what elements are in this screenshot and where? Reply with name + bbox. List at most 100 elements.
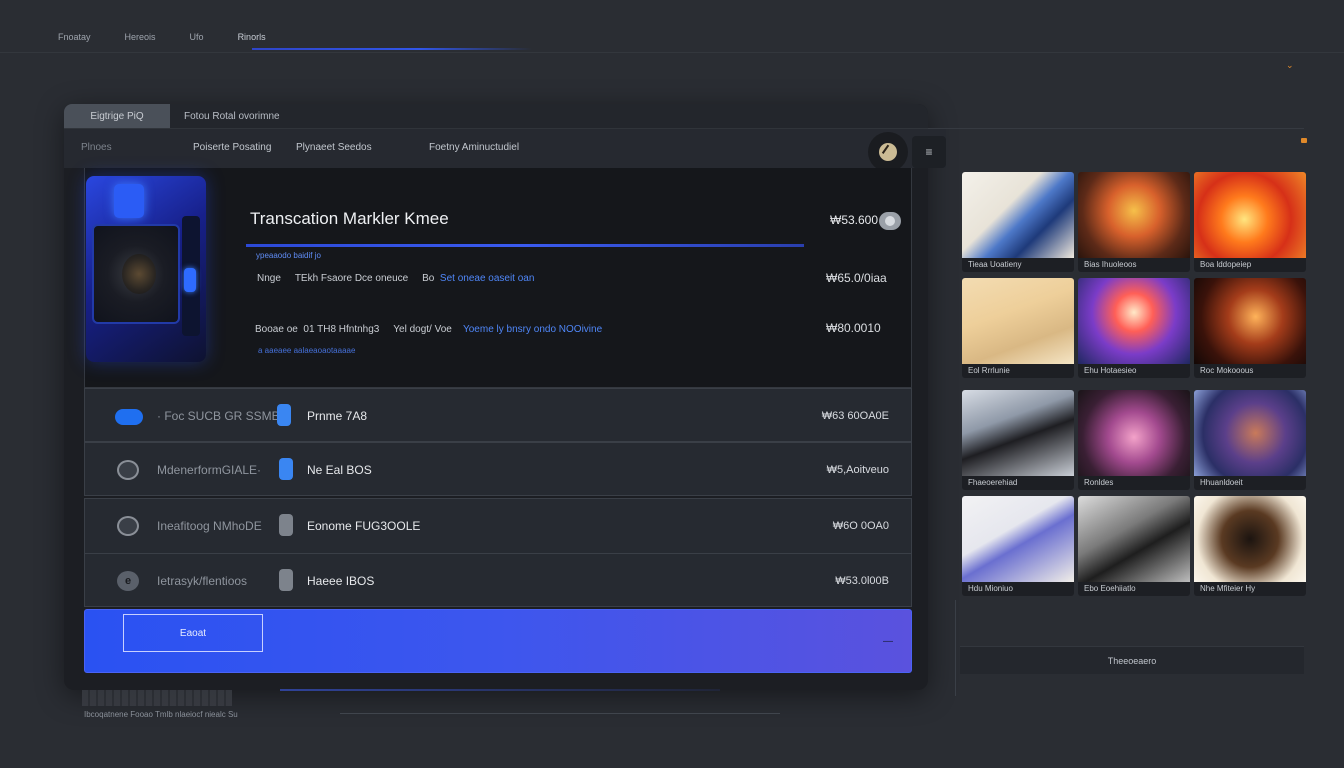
thumbnail-caption: Hdu Mioniuo — [962, 582, 1074, 596]
tab-inactive[interactable]: Fotou Rotal ovorimne — [172, 104, 292, 128]
top-divider — [0, 52, 1344, 53]
row-tag-icon — [277, 404, 291, 426]
hero-toggle[interactable] — [879, 212, 901, 230]
row-amount: ₩53.0l00B — [835, 575, 889, 587]
gallery-divider — [955, 600, 956, 696]
row-tag-icon — [279, 569, 293, 591]
hero-title: Transcation Markler Kmee — [250, 209, 449, 228]
row-name: Ineafitoog NMhoDE — [157, 519, 262, 533]
chevron-down-icon[interactable]: ⌄ — [1286, 60, 1294, 71]
hero-line-2-a: Booae oe — [255, 324, 298, 335]
toggle-icon[interactable] — [115, 409, 143, 425]
thumbnail-caption: Ronldes — [1078, 476, 1190, 490]
row-subtitle: Ne Eal BOS — [307, 463, 372, 477]
gallery-thumbnail[interactable]: Nhe Mfiteier Hy — [1194, 496, 1306, 596]
thumbnail-caption: Boa lddopeiep — [1194, 258, 1306, 272]
gallery-thumbnail[interactable]: Ronldes — [1078, 390, 1190, 490]
transaction-row[interactable]: e Ietrasyk/flentioos Haeee IBOS ₩53.0l00… — [84, 553, 912, 607]
menu-icon: ≡ — [925, 145, 933, 159]
hero-line-1-value: ₩65.0/0iaa — [826, 271, 887, 285]
thumbnail-image — [1078, 496, 1190, 582]
subnav-item-1[interactable]: Plnoes — [81, 142, 112, 153]
transaction-row[interactable]: · Foc SUCB GR SSMB Prnme 7A8 ₩63 60OA0E — [84, 388, 912, 442]
thumbnail-image — [962, 278, 1074, 364]
thumbnail-caption: Nhe Mfiteier Hy — [1194, 582, 1306, 596]
gallery-thumbnail[interactable]: Ehu Hotaesieo — [1078, 278, 1190, 378]
hero-subtitle: ypeaaodo baidif jo — [256, 251, 321, 260]
gallery-thumbnail[interactable]: Roc Mokooous — [1194, 278, 1306, 378]
footer-text: Ibcoqatnene Fooao Tmlb nlaeiocf niealc S… — [84, 710, 238, 719]
hero-progress-bar — [246, 244, 804, 247]
row-tag-icon — [279, 458, 293, 480]
gallery-thumbnail[interactable]: Hdu Mioniuo — [962, 496, 1074, 596]
device-knob — [184, 268, 196, 292]
hero-line-1-a: Nnge — [257, 273, 281, 284]
thumbnail-image — [1194, 172, 1306, 258]
row-tag-icon — [279, 514, 293, 536]
thumbnail-caption: Ehu Hotaesieo — [1078, 364, 1190, 378]
hero-line-1-b: TEkh Fsaore Dce oneuce — [294, 273, 409, 284]
gallery-thumbnail[interactable]: Boa lddopeiep — [1194, 172, 1306, 272]
top-nav-item-4[interactable]: Rinorls — [238, 32, 266, 42]
row-amount: ₩6O 0OA0 — [832, 520, 889, 532]
gallery-thumbnail[interactable]: Eol Rrrlunie — [962, 278, 1074, 378]
hero-line-2-value: ₩80.0010 — [826, 321, 881, 335]
hero-line-2: Booae oe 01 TH8 Hfntnhg3 Yel dogt/ Voe Y… — [255, 324, 602, 335]
thumbnail-caption: Tieaa Uoatieny — [962, 258, 1074, 272]
thumbnail-image — [962, 496, 1074, 582]
gallery-thumbnail[interactable]: Tieaa Uoatieny — [962, 172, 1074, 272]
confirm-button[interactable]: Eaoat — [123, 614, 263, 652]
row-amount: ₩5,Aoitveuo — [826, 464, 889, 476]
row-name: · Foc SUCB GR SSMB — [157, 409, 280, 423]
hero-line-2-c: Yel dogt/ Voe — [393, 324, 452, 335]
subnav-extension-line — [928, 128, 1304, 129]
thumbnail-caption: Roc Mokooous — [1194, 364, 1306, 378]
avatar-icon — [117, 516, 139, 536]
sub-nav: Plnoes Poiserte Posating Plynaeet Seedos… — [64, 128, 946, 168]
product-image[interactable] — [86, 176, 206, 362]
subnav-item-2[interactable]: Poiserte Posating — [193, 142, 271, 153]
thumbnail-caption: Eol Rrrlunie — [962, 364, 1074, 378]
e-icon: e — [117, 571, 139, 591]
gallery-thumbnail[interactable]: Ebo Eoehiiatlo — [1078, 496, 1190, 596]
row-subtitle: Prnme 7A8 — [307, 409, 368, 423]
gallery-thumbnail[interactable]: Hhuanldoeit — [1194, 390, 1306, 490]
device-screen — [92, 224, 180, 324]
top-nav-item-1[interactable]: Fnoatay — [58, 32, 91, 42]
footer-divider — [340, 713, 780, 714]
gallery-thumbnail[interactable]: Fhaeoerehiad — [962, 390, 1074, 490]
hero-line-1: Nnge TEkh Fsaore Dce oneuce Bo Set oneae… — [257, 273, 534, 284]
top-nav-item-2[interactable]: Hereois — [125, 32, 156, 42]
row-subtitle: Eonome FUG3OOLE — [307, 519, 421, 533]
profile-button[interactable] — [868, 132, 908, 172]
tab-active[interactable]: Eigtrige PiQ — [64, 104, 170, 128]
cta-banner: Eaoat — — [84, 609, 912, 673]
gallery-pager[interactable]: Theeoeaero — [960, 646, 1304, 674]
thumbnail-image — [1194, 390, 1306, 476]
thumbnail-image — [962, 172, 1074, 258]
hero-price: ₩53.600 — [830, 213, 879, 227]
thumbnail-caption: Ebo Eoehiiatlo — [1078, 582, 1190, 596]
footer-blurred-text — [82, 690, 232, 706]
top-nav-item-3[interactable]: Ufo — [190, 32, 204, 42]
thumbnail-image — [1078, 390, 1190, 476]
subnav-item-4[interactable]: Foetny Aminuctudiel — [429, 142, 519, 153]
thumbnail-image — [962, 390, 1074, 476]
hero-line-2-link[interactable]: Yoeme ly bnsry ondo NOOivine — [463, 324, 602, 335]
transaction-row[interactable]: Ineafitoog NMhoDE Eonome FUG3OOLE ₩6O 0O… — [84, 498, 912, 554]
subnav-item-3[interactable]: Plynaeet Seedos — [296, 142, 372, 153]
row-name: Ietrasyk/flentioos — [157, 574, 248, 588]
thumbnail-image — [1194, 496, 1306, 582]
menu-button[interactable]: ≡ — [912, 136, 946, 168]
device-button-icon — [114, 184, 144, 218]
hero-line-2-b: 01 TH8 Hfntnhg3 — [303, 324, 380, 335]
row-name: MdenerformGIALE· — [157, 463, 262, 477]
hero-line-1-link[interactable]: Set oneae oaseit oan — [440, 273, 535, 284]
gallery-thumbnail[interactable]: Bias Ihuoleoos — [1078, 172, 1190, 272]
thumbnail-image — [1078, 172, 1190, 258]
transaction-row[interactable]: MdenerformGIALE· Ne Eal BOS ₩5,Aoitveuo — [84, 442, 912, 496]
gallery-pager-label: Theeoeaero — [1107, 655, 1157, 666]
row-subtitle: Haeee IBOS — [307, 574, 375, 588]
avatar-icon — [117, 460, 139, 480]
cta-dash: — — [883, 636, 893, 647]
